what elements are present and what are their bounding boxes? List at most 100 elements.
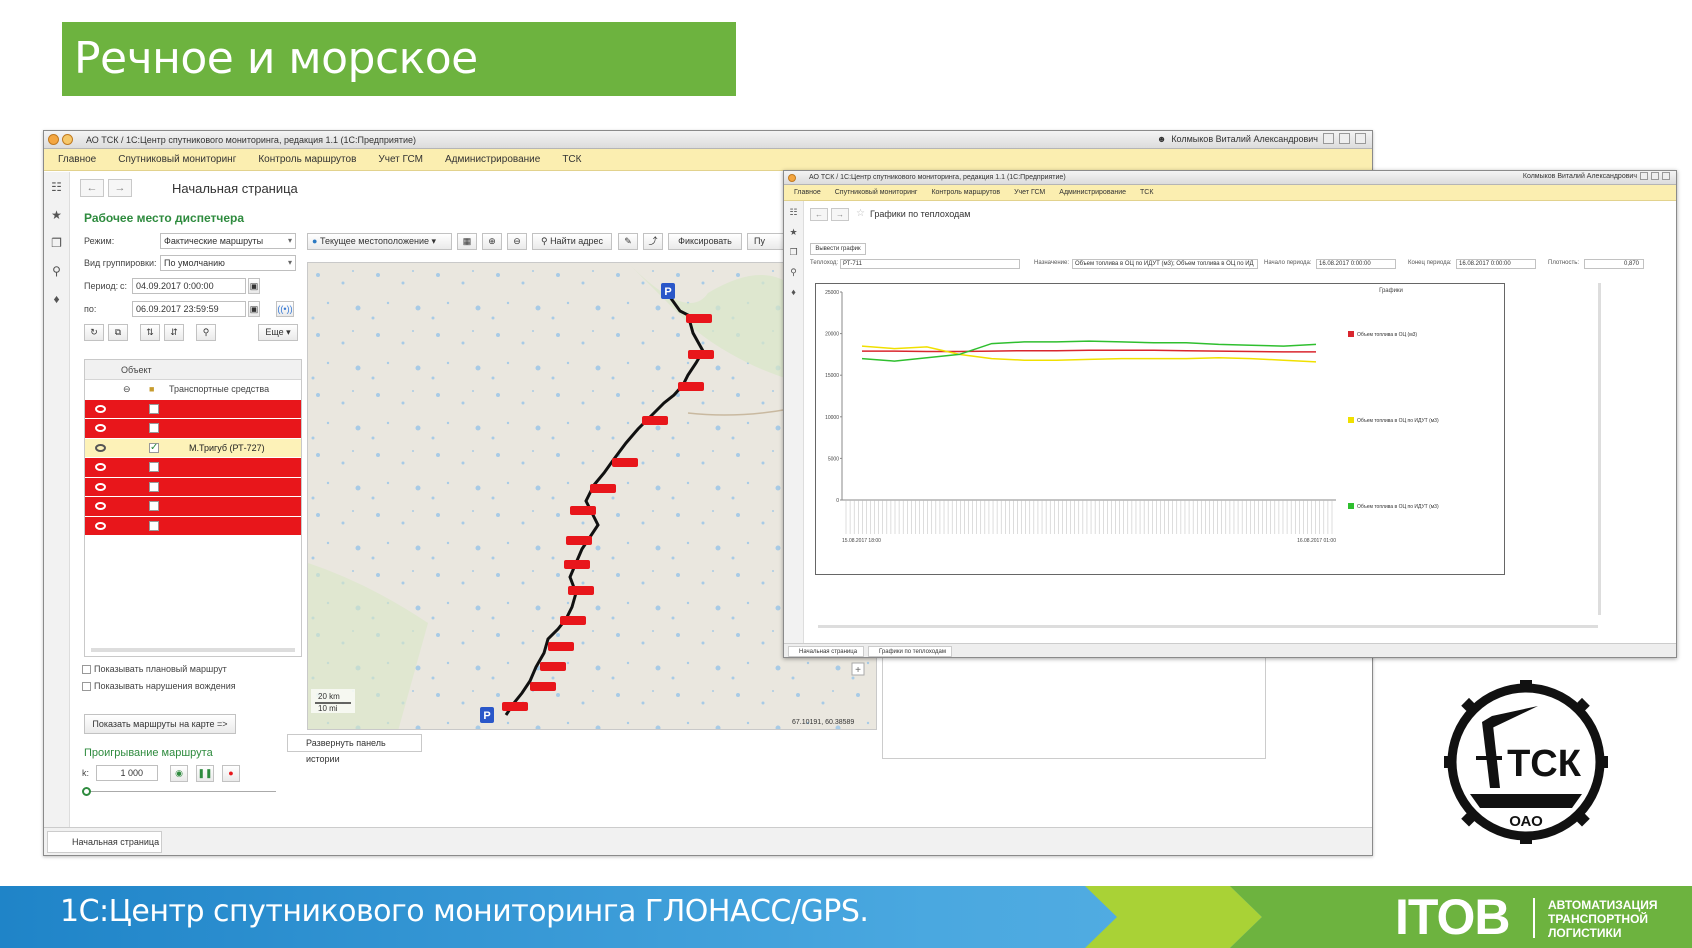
restore-button[interactable] [1339,133,1350,144]
back-button[interactable]: ← [810,208,828,221]
find-address-button[interactable]: ⚲ Найти адрес [532,233,612,250]
bell-icon[interactable]: ♦ [53,292,59,306]
menu-item-main[interactable]: Главное [794,189,821,196]
history-icon[interactable]: ❐ [51,236,62,250]
vessel-row[interactable] [85,477,301,497]
search-icon[interactable]: ⚲ [52,264,61,278]
play-button-truncated[interactable]: Пу [747,233,787,250]
period-from-input[interactable]: 04.09.2017 0:00:00 [132,278,246,294]
tab-home[interactable]: Начальная страница [47,831,162,853]
menu-icon[interactable] [62,134,73,145]
calendar-to-button[interactable]: ▣ [248,301,260,317]
menu-item-fuel[interactable]: Учет ГСМ [1014,189,1045,196]
back-button[interactable]: ← [80,179,104,197]
route-stop-marker[interactable] [688,350,714,359]
favorite-star-icon[interactable]: ☆ [856,208,865,221]
vessel-row[interactable] [85,497,301,517]
zoom-out-icon[interactable]: ⊖ [507,233,527,250]
find-icon[interactable]: ⚲ [196,324,216,341]
route-stop-marker[interactable] [502,702,528,711]
bell-icon[interactable]: ♦ [791,287,796,297]
fix-button[interactable]: Фиксировать [668,233,742,250]
menu-item-tsk[interactable]: ТСК [1140,189,1153,196]
menu-item-fuel[interactable]: Учет ГСМ [378,154,423,165]
menu-item-monitoring[interactable]: Спутниковый мониторинг [118,154,236,165]
close-button[interactable] [1355,133,1366,144]
zoom-in-icon[interactable]: ⊕ [482,233,502,250]
copy-icon[interactable]: ⧉ [108,324,128,341]
favorites-star-icon[interactable]: ★ [789,227,797,238]
route-stop-marker[interactable] [548,642,574,651]
show-violations-option[interactable]: Показывать нарушения вождения [82,681,236,692]
purpose-select[interactable]: Объем топлива в ОЦ по ИДУТ (м3); Объем т… [1072,259,1258,269]
eye-icon[interactable] [95,482,106,491]
vessel-select[interactable]: РТ-711 [840,259,1020,269]
search-icon[interactable]: ⚲ [790,267,797,278]
expand-history-button[interactable]: Развернуть панель истории [287,734,422,764]
tab-home[interactable]: Начальная страница [788,646,864,657]
vessel-checkbox-checked[interactable]: ✓ [149,442,159,453]
route-stop-marker[interactable] [564,560,590,569]
refresh-icon[interactable]: ↻ [84,324,104,341]
route-stop-marker[interactable] [540,662,566,671]
stop-icon[interactable]: ● [222,765,240,782]
playback-slider-track[interactable] [84,791,276,792]
vessel-checkbox[interactable] [149,520,159,531]
route-stop-marker[interactable] [642,416,668,425]
calendar-from-button[interactable]: ▣ [248,278,260,294]
charts-hscrollbar[interactable] [818,625,1598,628]
menu-item-admin[interactable]: Администрирование [445,154,540,165]
ruler-icon[interactable]: ✎ [618,233,638,250]
vessel-checkbox[interactable] [149,462,159,472]
map-layer-icon[interactable]: ▦ [457,233,477,250]
close-button[interactable] [1662,172,1670,180]
route-stop-marker[interactable] [570,506,596,515]
minimize-button[interactable] [1323,133,1334,144]
charts-scrollbar[interactable] [1598,283,1601,615]
menu-item-routes[interactable]: Контроль маршрутов [258,154,356,165]
k-input[interactable]: 1 000 [96,765,158,781]
user-name[interactable]: Колмыков Виталий Александрович [1523,173,1637,180]
vessel-row-selected[interactable]: ✓ М.Тригуб (РТ-727) [85,438,301,458]
show-plan-option[interactable]: Показывать плановый маршрут [82,664,227,675]
show-plan-checkbox[interactable] [82,665,91,675]
eye-icon[interactable] [95,424,106,432]
collapse-icon[interactable]: ⊖ [123,380,131,399]
apps-grid-icon[interactable]: ☷ [51,180,62,194]
playback-slider-handle[interactable] [82,787,91,796]
eye-icon[interactable] [95,521,106,530]
density-input[interactable]: 0,870 [1584,259,1644,269]
route-stop-marker[interactable] [566,536,592,545]
objects-scrollbar[interactable] [91,648,295,652]
group-select[interactable]: По умолчанию [160,255,296,271]
show-routes-button[interactable]: Показать маршруты на карте => [84,714,236,734]
eye-icon[interactable] [95,404,106,413]
vessel-row[interactable] [85,458,301,478]
user-name[interactable]: Колмыков Виталий Александрович [1171,134,1318,144]
route-stop-marker[interactable] [686,314,712,323]
history-icon[interactable]: ❐ [789,247,797,258]
forward-button[interactable]: → [108,179,132,197]
menu-item-main[interactable]: Главное [58,154,96,165]
vessel-row[interactable] [85,516,301,536]
vessel-row[interactable] [85,399,301,419]
current-location-button[interactable]: ● Текущее местоположение ▾ [307,233,452,250]
group-row[interactable]: ⊖ ■ Транспортные средства [85,380,301,400]
vessel-row[interactable] [85,419,301,439]
favorites-star-icon[interactable]: ★ [51,208,62,222]
vessel-checkbox[interactable] [149,423,159,433]
route-stop-marker[interactable] [568,586,594,595]
route-stop-marker[interactable] [590,484,616,493]
tab-charts[interactable]: Графики по теплоходам [868,646,952,657]
eye-icon[interactable] [95,463,106,471]
build-chart-button[interactable]: Вывести график [810,243,866,255]
menu-item-tsk[interactable]: ТСК [562,154,581,165]
vessel-checkbox[interactable] [149,501,159,511]
menu-item-monitoring[interactable]: Спутниковый мониторинг [835,189,918,196]
eye-icon[interactable] [95,502,106,510]
show-violations-checkbox[interactable] [82,682,91,692]
play-icon[interactable]: ◉ [170,765,188,782]
vessel-checkbox[interactable] [149,403,159,414]
forward-button[interactable]: → [831,208,849,221]
menu-item-routes[interactable]: Контроль маршрутов [931,189,1000,196]
